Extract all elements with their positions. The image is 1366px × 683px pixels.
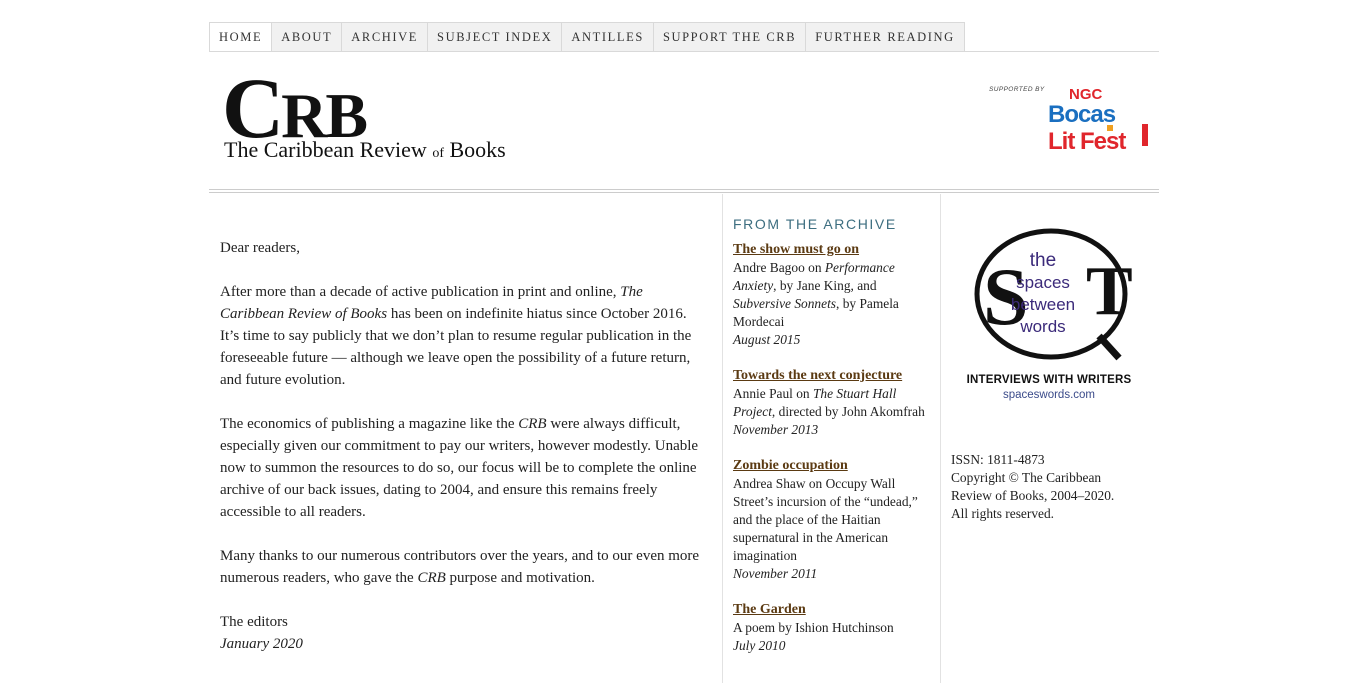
spaces-link[interactable]: spaceswords.com <box>951 389 1147 401</box>
masthead-rule <box>209 189 1159 190</box>
issn: ISSN: 1811-4873 <box>951 452 1045 467</box>
p1-text: After more than a decade of active publi… <box>220 284 621 300</box>
spaces-line-4: words <box>1019 317 1065 336</box>
archive-item-description: A poem by Ishion Hutchinson <box>733 620 894 635</box>
subtitle-post: Books <box>443 137 506 162</box>
bocas-lit-fest-logo[interactable]: NGC Bocas Lit Fest <box>1047 84 1152 156</box>
nav-antilles[interactable]: ANTILLES <box>562 22 654 52</box>
archive-item: Zombie occupation Andrea Shaw on Occupy … <box>733 457 933 583</box>
desc-text: Andre Bagoo on <box>733 260 825 275</box>
archive-item: The show must go on Andre Bagoo on Perfo… <box>733 241 933 349</box>
letter-paragraph-1: After more than a decade of active publi… <box>220 281 705 391</box>
desc-text-2: , directed by John Akomfrah <box>771 404 925 419</box>
archive-item: The Garden A poem by Ishion Hutchinson J… <box>733 601 933 655</box>
editors-letter: Dear readers, After more than a decade o… <box>220 237 705 655</box>
spaces-caption: INTERVIEWS WITH WRITERS <box>966 374 1132 386</box>
archive-sidebar: FROM THE ARCHIVE The show must go on And… <box>733 215 933 673</box>
archive-item-date: August 2015 <box>733 332 801 347</box>
archive-item-date: November 2011 <box>733 566 818 581</box>
bocas-accent <box>1142 124 1148 146</box>
column-divider-2 <box>940 194 941 683</box>
logo-magnifier-handle <box>1096 333 1122 361</box>
rights: All rights reserved. <box>951 506 1055 521</box>
archive-item-date: November 2013 <box>733 422 819 437</box>
p3-text-2: purpose and motivation. <box>445 570 595 586</box>
archive-heading: FROM THE ARCHIVE <box>733 216 897 232</box>
logo-letter-t: T <box>1086 253 1133 330</box>
desc-text-2: , by Jane King, and <box>773 278 877 293</box>
p3-emphasis: CRB <box>417 570 446 586</box>
archive-item-description: Andre Bagoo on Performance Anxiety, by J… <box>733 259 933 331</box>
desc-text: Annie Paul on <box>733 386 813 401</box>
archive-item-description: Andrea Shaw on Occupy Wall Street’s incu… <box>733 476 918 563</box>
column-divider <box>722 194 723 683</box>
letter-paragraph-2: The economics of publishing a magazine l… <box>220 413 705 523</box>
spaces-line-2: spaces <box>1016 273 1070 292</box>
archive-item-description: Annie Paul on The Stuart Hall Project, d… <box>733 385 933 421</box>
archive-item-link[interactable]: The show must go on <box>733 241 933 259</box>
subtitle-of: of <box>432 146 444 161</box>
masthead-rule-2 <box>209 192 1159 193</box>
archive-item: Towards the next conjecture Annie Paul o… <box>733 367 933 439</box>
archive-item-link[interactable]: The Garden <box>733 601 933 619</box>
nav-subject-index[interactable]: SUBJECT INDEX <box>428 22 563 52</box>
colophon: ISSN: 1811-4873 Copyright © The Caribbea… <box>951 451 1141 523</box>
nav-divider <box>209 51 1159 52</box>
spaces-line-3: between <box>1011 295 1075 314</box>
nav-home[interactable]: HOME <box>209 22 273 52</box>
archive-item-link[interactable]: Towards the next conjecture <box>733 367 933 385</box>
nav-support[interactable]: SUPPORT THE CRB <box>653 22 807 52</box>
bocas-name-text: Bocas <box>1048 101 1116 128</box>
spaces-between-words-logo[interactable]: S T the spaces between words <box>971 224 1141 369</box>
letter-date: January 2020 <box>220 636 303 652</box>
nav-about[interactable]: ABOUT <box>272 22 343 52</box>
archive-item-link[interactable]: Zombie occupation <box>733 457 933 475</box>
bocas-accent-dot <box>1107 125 1113 131</box>
letter-signoff: The editors <box>220 614 288 630</box>
letter-paragraph-3: Many thanks to our numerous contributors… <box>220 545 705 589</box>
archive-item-date: July 2010 <box>733 638 786 653</box>
sponsor-label: SUPPORTED BY <box>989 86 1045 93</box>
page: HOME ABOUT ARCHIVE SUBJECT INDEX ANTILLE… <box>209 0 1159 683</box>
p2-emphasis: CRB <box>518 416 547 432</box>
subtitle-pre: The Caribbean Review <box>224 137 433 162</box>
crb-logo-subtitle[interactable]: The Caribbean Review of Books <box>224 137 506 163</box>
p2-text: The economics of publishing a magazine l… <box>220 416 519 432</box>
bocas-litfest-text: Lit Fest <box>1048 128 1126 155</box>
letter-greeting: Dear readers, <box>220 240 300 256</box>
copyright: Copyright © The Caribbean Review of Book… <box>951 470 1115 503</box>
main-nav: HOME ABOUT ARCHIVE SUBJECT INDEX ANTILLE… <box>209 22 965 52</box>
nav-further-reading[interactable]: FURTHER READING <box>806 22 965 52</box>
nav-archive[interactable]: ARCHIVE <box>342 22 429 52</box>
spaces-line-1: the <box>1030 250 1056 271</box>
desc-emphasis-2: Subversive Sonnets <box>733 296 837 311</box>
